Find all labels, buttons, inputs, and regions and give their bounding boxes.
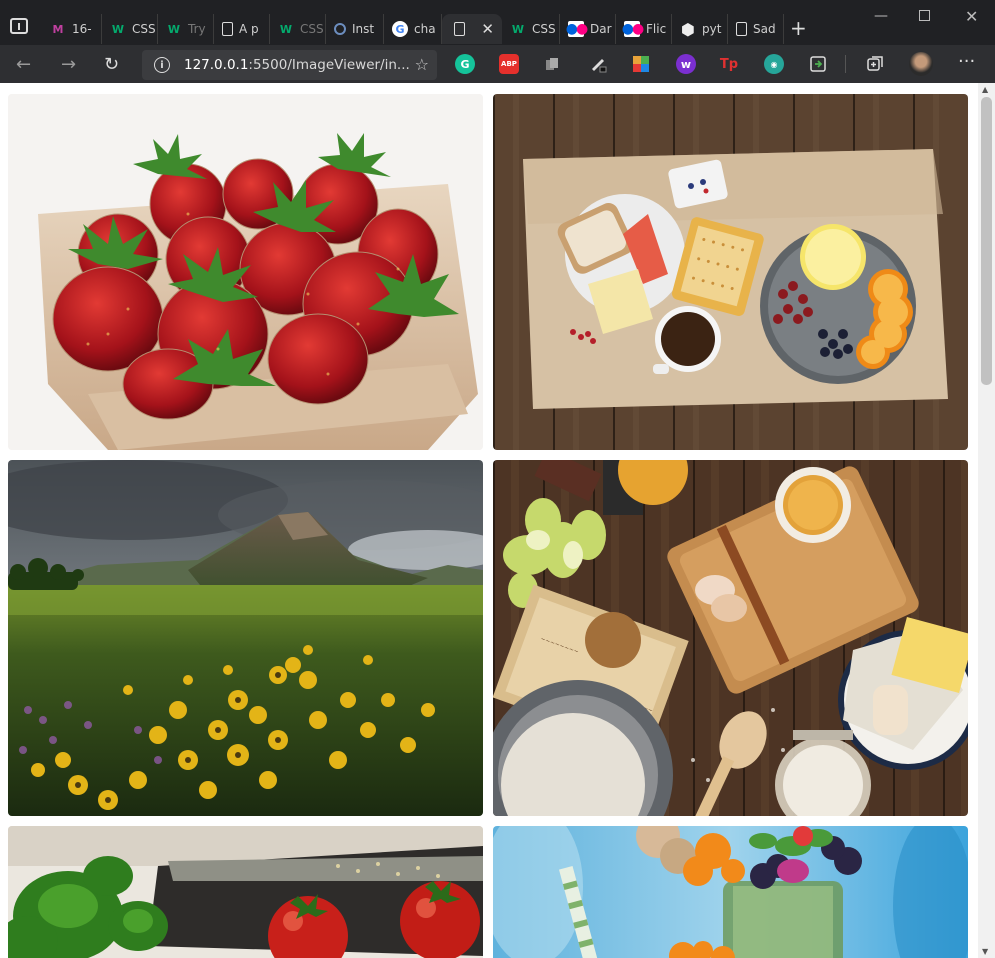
adblock-icon[interactable]: ABP	[499, 54, 519, 74]
refresh-sync-icon[interactable]	[808, 54, 828, 74]
tab-7[interactable]: G cha	[384, 14, 442, 44]
eye-icon[interactable]: ◉	[764, 54, 784, 74]
tab-2[interactable]: W CSS	[102, 14, 158, 44]
toolbar-divider	[845, 55, 846, 73]
photo-breakfast[interactable]	[493, 94, 968, 450]
python-hex-icon: ⬢	[681, 19, 695, 39]
tab-5[interactable]: W CSS	[270, 14, 326, 44]
page-scrollbar[interactable]: ▲ ▼	[978, 83, 995, 958]
back-icon[interactable]: ←	[16, 54, 31, 75]
google-icon: G	[392, 21, 408, 37]
photo-baking[interactable]: ~~~~~~~~ ~~~~~~~~	[493, 460, 968, 816]
page-icon	[222, 22, 233, 36]
pen-icon[interactable]	[588, 54, 608, 74]
w3schools-icon: W	[111, 22, 125, 36]
photo-mountain[interactable]	[8, 460, 483, 816]
flickr-icon: ● ●	[565, 21, 588, 37]
tab-4[interactable]: A p	[214, 14, 270, 44]
tp-icon[interactable]: Tp	[719, 54, 739, 74]
w3schools-icon: W	[511, 22, 525, 36]
close-window-icon[interactable]: ✕	[965, 7, 978, 26]
photo-strawberries[interactable]	[8, 94, 483, 450]
tab-11[interactable]: ● ● Flic	[616, 14, 672, 44]
reload-icon[interactable]: ↻	[104, 54, 119, 75]
scroll-up-icon[interactable]: ▲	[982, 85, 988, 94]
page-icon	[736, 22, 747, 36]
new-tab-icon[interactable]: +	[790, 16, 807, 40]
info-icon[interactable]: i	[154, 57, 170, 73]
blue-circle-icon	[334, 23, 346, 35]
photo-tomatoes[interactable]	[8, 826, 483, 958]
avatar[interactable]	[909, 52, 933, 76]
tab-actions-icon[interactable]	[10, 18, 28, 34]
w3schools-icon: W	[279, 22, 293, 36]
puzzle-color-icon[interactable]	[631, 54, 651, 74]
maroon-m-icon: M	[52, 22, 64, 36]
w3schools-icon: W	[167, 22, 181, 36]
grammarly-icon[interactable]: G	[455, 54, 475, 74]
address-bar[interactable]: i 127.0.0.1:5500/ImageViewer/in... ☆	[142, 50, 437, 80]
photo-smoothie[interactable]	[493, 826, 968, 958]
page-icon	[454, 22, 465, 36]
tab-13[interactable]: Sad	[728, 14, 784, 44]
url-text: 127.0.0.1:5500/ImageViewer/in...	[184, 57, 410, 73]
more-menu-icon[interactable]: ···	[958, 51, 975, 72]
image-viewer-page: ~~~~~~~~ ~~~~~~~~	[0, 83, 995, 958]
browser-toolbar: ← → ↻ i 127.0.0.1:5500/ImageViewer/in...…	[0, 45, 995, 83]
tab-3[interactable]: W Try	[158, 14, 214, 44]
tab-6[interactable]: Inst	[326, 14, 384, 44]
tab-10[interactable]: ● ● Dar	[560, 14, 616, 44]
forward-icon[interactable]: →	[61, 54, 76, 75]
tab-12[interactable]: ⬢ pyt	[672, 14, 728, 44]
collections-icon[interactable]	[865, 54, 885, 74]
tab-9[interactable]: W CSS	[502, 14, 560, 44]
tab-active[interactable]: ✕	[442, 14, 502, 44]
add-favorite-icon[interactable]: ☆	[415, 55, 429, 74]
tab-strip: M 16- W CSS W Try A p W CSS Inst G cha ✕…	[0, 0, 995, 45]
scrollbar-thumb[interactable]	[981, 97, 992, 385]
copy-icon[interactable]	[542, 54, 562, 74]
scroll-down-icon[interactable]: ▼	[982, 947, 988, 956]
w-purple-icon[interactable]: w	[676, 54, 696, 74]
flickr-icon: ● ●	[621, 21, 644, 37]
tab-1[interactable]: M 16-	[42, 14, 102, 44]
close-tab-icon[interactable]: ✕	[481, 20, 494, 38]
minimize-icon[interactable]: —	[874, 8, 888, 24]
maximize-icon[interactable]	[919, 10, 930, 21]
